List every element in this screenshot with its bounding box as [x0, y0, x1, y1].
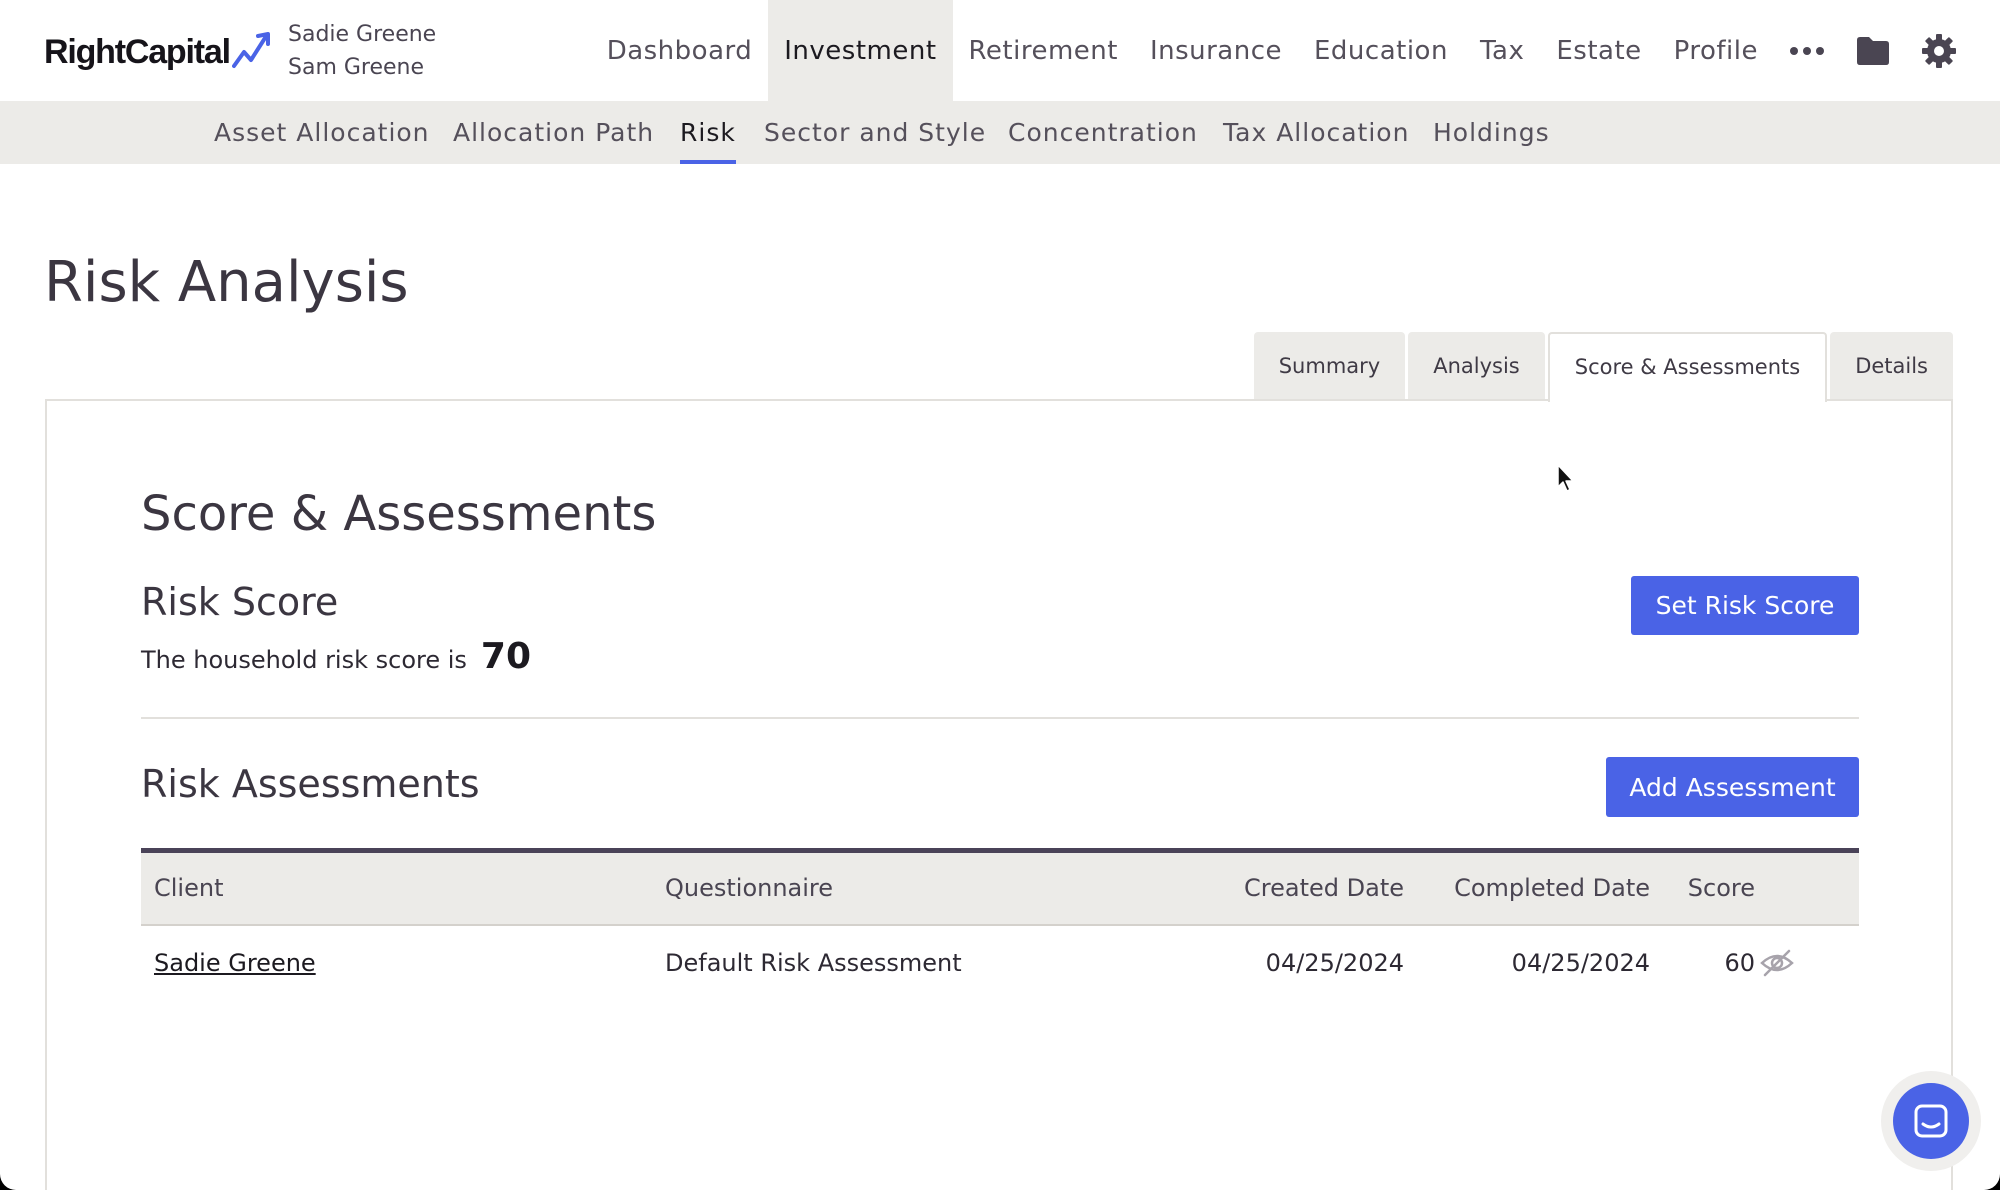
top-header: RightCapital Sadie Greene Sam Greene Das… — [0, 0, 2000, 101]
risk-score-text: The household risk score is — [141, 646, 467, 674]
nav-tax[interactable]: Tax — [1464, 0, 1540, 101]
chat-icon — [1914, 1104, 1948, 1138]
tab-details[interactable]: Details — [1830, 332, 1953, 400]
row-score: 60 — [1724, 949, 1755, 977]
risk-score-value: 70 — [480, 636, 532, 677]
risk-score-heading: Risk Score — [141, 580, 339, 624]
risk-tabs: Summary Analysis Score & Assessments Det… — [1253, 332, 1953, 402]
nav-dashboard[interactable]: Dashboard — [591, 0, 769, 101]
nav-education[interactable]: Education — [1298, 0, 1464, 101]
nav-profile[interactable]: Profile — [1658, 0, 1774, 101]
row-client-link[interactable]: Sadie Greene — [154, 926, 316, 1000]
logo-chart-icon — [231, 32, 270, 68]
client-name-primary: Sadie Greene — [288, 22, 437, 47]
chat-launcher-button[interactable] — [1893, 1083, 1969, 1159]
tab-score-assessments[interactable]: Score & Assessments — [1547, 332, 1828, 402]
table-row: Sadie Greene Default Risk Assessment 04/… — [141, 926, 1859, 1000]
logo-text: RightCapital — [44, 32, 231, 71]
nav-retirement[interactable]: Retirement — [953, 0, 1134, 101]
nav-insurance[interactable]: Insurance — [1134, 0, 1298, 101]
assessments-table: Client Questionnaire Created Date Comple… — [141, 848, 1859, 1000]
add-assessment-button[interactable]: Add Assessment — [1606, 757, 1859, 817]
subnav-tax-allocation[interactable]: Tax Allocation — [1223, 101, 1409, 164]
col-score[interactable]: Score — [1661, 853, 1755, 924]
more-icon[interactable] — [1774, 0, 1840, 101]
eye-off-icon[interactable] — [1760, 949, 1794, 977]
tab-summary[interactable]: Summary — [1253, 332, 1406, 400]
investment-subnav: Asset Allocation Allocation Path Risk Se… — [0, 101, 2000, 164]
risk-score-line: The household risk score is 70 — [141, 636, 531, 677]
gear-icon[interactable] — [1906, 0, 1972, 101]
row-created-date: 04/25/2024 — [1265, 949, 1404, 977]
row-completed-date: 04/25/2024 — [1511, 949, 1650, 977]
section-title: Score & Assessments — [141, 486, 657, 542]
nav-investment[interactable]: Investment — [768, 0, 953, 101]
table-header: Client Questionnaire Created Date Comple… — [141, 848, 1859, 926]
client-name-secondary: Sam Greene — [288, 55, 425, 80]
table-body: Sadie Greene Default Risk Assessment 04/… — [141, 926, 1859, 1000]
logo[interactable]: RightCapital — [44, 30, 274, 74]
col-created-date[interactable]: Created Date — [1191, 853, 1404, 924]
folder-icon[interactable] — [1840, 0, 1906, 101]
client-names[interactable]: Sadie Greene Sam Greene — [288, 18, 436, 84]
set-risk-score-button[interactable]: Set Risk Score — [1631, 576, 1859, 635]
main-nav: Dashboard Investment Retirement Insuranc… — [591, 0, 2000, 101]
col-questionnaire[interactable]: Questionnaire — [665, 853, 833, 924]
subnav-concentration[interactable]: Concentration — [1008, 101, 1198, 164]
row-questionnaire: Default Risk Assessment — [665, 949, 962, 977]
subnav-risk[interactable]: Risk — [680, 101, 736, 164]
subnav-sector-and-style[interactable]: Sector and Style — [764, 101, 986, 164]
mouse-cursor-icon — [1557, 464, 1574, 492]
app-window: RightCapital Sadie Greene Sam Greene Das… — [0, 0, 2000, 1190]
col-completed-date[interactable]: Completed Date — [1421, 853, 1650, 924]
risk-assessments-heading: Risk Assessments — [141, 762, 480, 806]
col-client[interactable]: Client — [154, 853, 223, 924]
nav-estate[interactable]: Estate — [1540, 0, 1657, 101]
subnav-allocation-path[interactable]: Allocation Path — [453, 101, 654, 164]
subnav-asset-allocation[interactable]: Asset Allocation — [214, 101, 430, 164]
section-divider — [141, 717, 1859, 719]
tab-analysis[interactable]: Analysis — [1408, 332, 1545, 400]
page-title: Risk Analysis — [44, 250, 409, 315]
subnav-holdings[interactable]: Holdings — [1433, 101, 1550, 164]
